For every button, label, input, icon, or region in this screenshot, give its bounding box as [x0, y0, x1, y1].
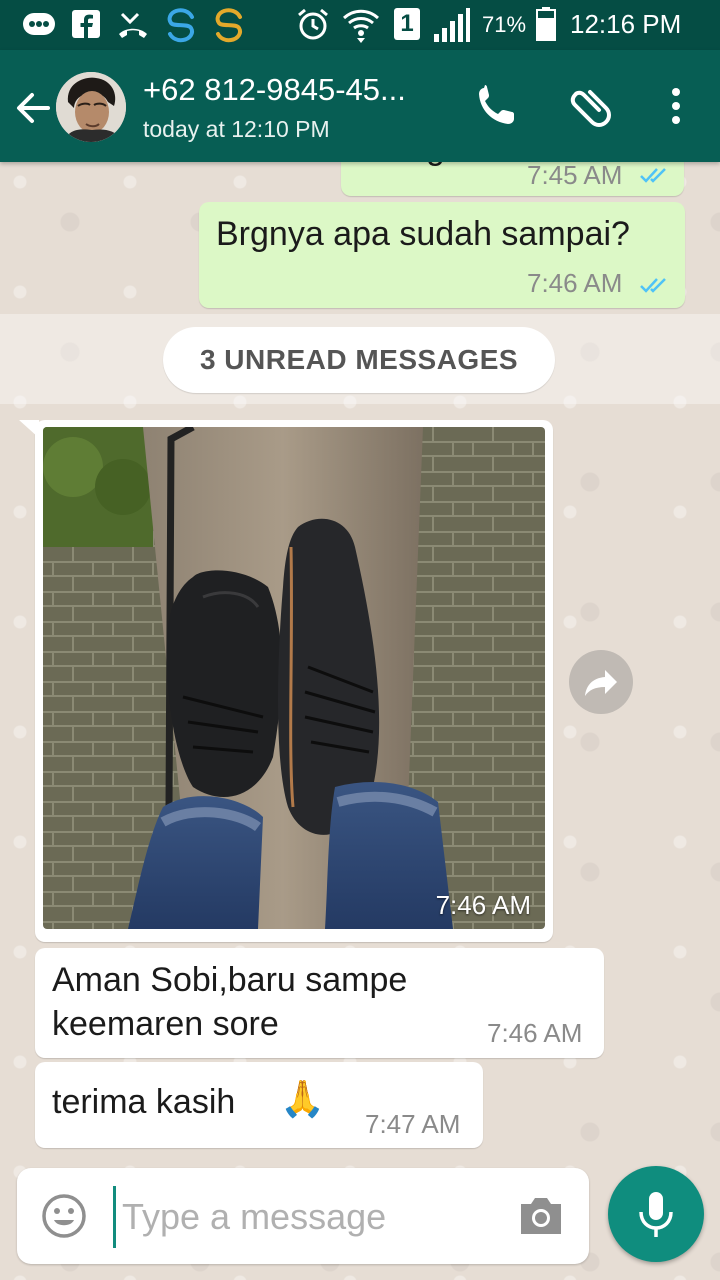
forward-button[interactable]: [569, 650, 633, 714]
forward-icon: [585, 670, 617, 696]
battery-icon: [536, 7, 556, 41]
avatar[interactable]: [56, 72, 126, 142]
sync-icon: [167, 8, 194, 43]
alarm-icon: [298, 8, 328, 40]
message-text: Sob gmn: [356, 162, 492, 171]
mic-icon: [639, 1192, 673, 1237]
outgoing-message[interactable]: Sob gmn 7:45 AM: [341, 162, 684, 196]
bbm-icon: [23, 13, 55, 35]
message-time: 7:47 AM: [365, 1109, 461, 1139]
emoji-folded-hands: 🙏: [280, 1078, 325, 1119]
status-bar: 1 71% 12:16 PM: [0, 0, 720, 50]
wifi-icon: [342, 9, 380, 43]
attach-icon[interactable]: [566, 80, 614, 132]
shared-photo[interactable]: 7:46 AM: [43, 427, 545, 929]
chat-area[interactable]: Sob gmn 7:45 AM Brgnya apa sudah sampai?…: [0, 162, 720, 1280]
last-seen: today at 12:10 PM: [143, 116, 330, 142]
clock: 12:16 PM: [570, 9, 682, 39]
message-text-line: Aman Sobi,baru sampe: [52, 961, 408, 999]
message-input[interactable]: [113, 1186, 504, 1248]
message-composer: [17, 1168, 589, 1264]
back-arrow-icon[interactable]: [12, 88, 52, 128]
read-ticks-icon: [640, 278, 666, 293]
facebook-icon: [72, 10, 100, 38]
message-text: Brgnya apa sudah sampai?: [216, 215, 630, 253]
incoming-message[interactable]: Aman Sobi,baru sampe keemaren sore 7:46 …: [35, 948, 604, 1058]
sync-yellow-icon: [215, 8, 242, 43]
message-text: terima kasih: [52, 1083, 236, 1121]
signal-icon: [434, 8, 470, 42]
message-time: 7:46 AM: [527, 268, 623, 298]
chat-header: +62 812-9845-45... today at 12:10 PM: [0, 50, 720, 162]
bubble-tail: [19, 420, 39, 438]
outgoing-message[interactable]: Brgnya apa sudah sampai? 7:46 AM: [199, 202, 685, 308]
camera-icon[interactable]: [517, 1194, 565, 1238]
mic-button[interactable]: [608, 1166, 704, 1262]
battery-percent: 71%: [482, 12, 527, 37]
message-time: 7:45 AM: [527, 162, 623, 190]
missed-call-icon: [119, 12, 147, 38]
message-time: 7:46 AM: [487, 1018, 583, 1048]
call-icon[interactable]: [472, 80, 520, 132]
sim-icon: 1: [394, 8, 420, 40]
emoji-icon[interactable]: [41, 1193, 87, 1239]
unread-messages-label: 3 UNREAD MESSAGES: [163, 327, 555, 393]
message-time: 7:46 AM: [435, 890, 531, 920]
contact-name[interactable]: +62 812-9845-45...: [143, 72, 406, 108]
incoming-message[interactable]: terima kasih 🙏 7:47 AM: [35, 1062, 483, 1148]
message-text-line: keemaren sore: [52, 1005, 279, 1043]
read-ticks-icon: [640, 168, 666, 183]
more-icon[interactable]: [652, 80, 700, 132]
